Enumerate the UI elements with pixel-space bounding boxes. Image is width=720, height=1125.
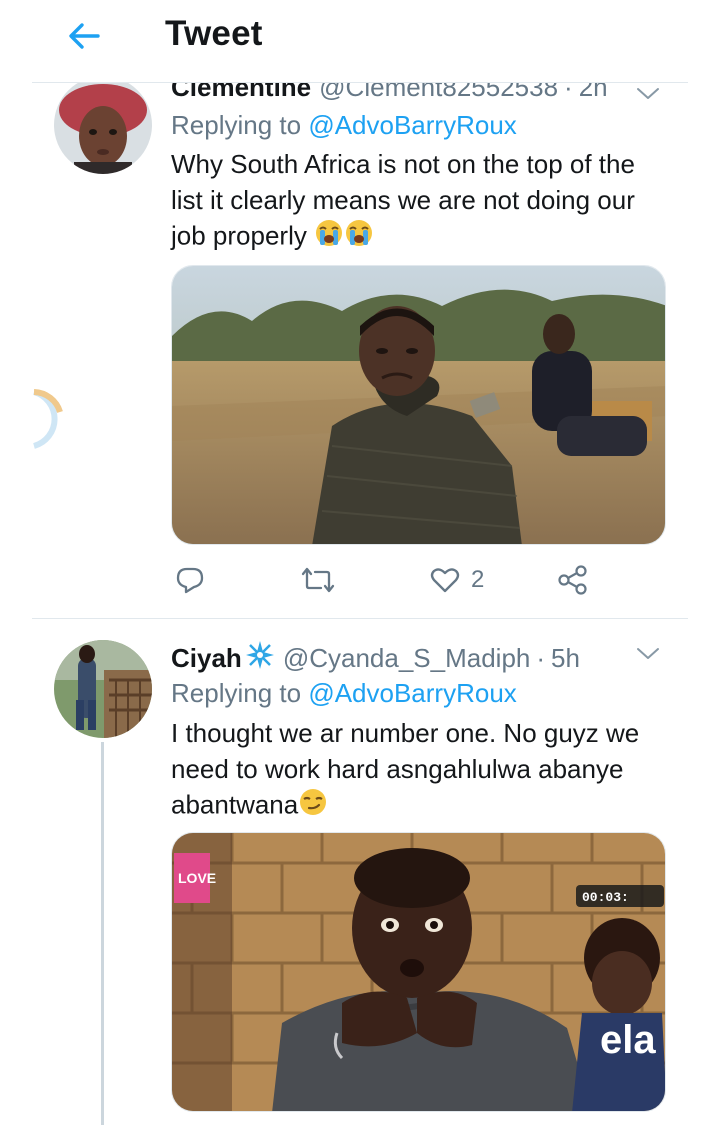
heart-icon [430, 568, 460, 593]
replying-prefix: Replying to [171, 110, 302, 140]
tweet-text: I thought we ar number one. No guyz we n… [171, 716, 671, 827]
tweet-image[interactable] [171, 265, 666, 545]
smirking-face-icon [298, 787, 328, 827]
page-title: Tweet [165, 14, 263, 53]
tweet-body: Why South Africa is not on the top of th… [171, 149, 635, 251]
tweet-card[interactable]: Ciyah @Cyanda_S_Madiph · 5h Replying to … [0, 620, 720, 1125]
tweet-actions: 2 [171, 560, 601, 600]
tweet-text: Why South Africa is not on the top of th… [171, 147, 671, 258]
tweet-image[interactable]: LOVE 00:03: ela [171, 832, 666, 1112]
reply-icon [176, 567, 204, 594]
dot-separator: · [536, 643, 546, 673]
user-handle: @Cyanda_S_Madiph [282, 643, 531, 673]
retweet-button[interactable] [301, 560, 345, 600]
top-app-bar: Tweet [0, 0, 720, 82]
replying-to: Replying to @AdvoBarryRoux [171, 110, 517, 141]
tweet-divider [32, 618, 688, 619]
like-count: 2 [471, 566, 485, 593]
channel-brand-text: ela [600, 1018, 656, 1062]
header-divider [32, 82, 688, 83]
back-arrow-icon[interactable] [62, 14, 106, 58]
mention-link[interactable]: @AdvoBarryRoux [308, 678, 516, 708]
avatar[interactable] [54, 640, 152, 738]
tweet-body: I thought we ar number one. No guyz we n… [171, 718, 640, 820]
reply-button[interactable] [174, 560, 216, 600]
mention-link[interactable]: @AdvoBarryRoux [308, 110, 516, 140]
loudly-crying-face-icon [344, 218, 374, 258]
share-button[interactable] [556, 560, 590, 600]
chevron-down-icon[interactable] [632, 638, 664, 670]
sparkle-icon [245, 640, 275, 677]
tweet-header: Ciyah @Cyanda_S_Madiph · 5h [171, 640, 660, 677]
channel-logo-text: LOVE [178, 870, 216, 886]
share-icon [558, 565, 587, 595]
display-name[interactable]: Ciyah [171, 643, 242, 674]
timestamp: 5h [551, 643, 580, 673]
avatar[interactable] [54, 76, 152, 174]
tweet-card[interactable]: Clementine @Clement82552538 · 2h Replyin… [0, 0, 720, 620]
loudly-crying-face-icon [314, 218, 344, 258]
thread-line [101, 742, 104, 1125]
replying-to: Replying to @AdvoBarryRoux [171, 678, 517, 709]
video-timer: 00:03: [582, 890, 629, 905]
replying-prefix: Replying to [171, 678, 302, 708]
retweet-icon [301, 567, 335, 593]
like-button[interactable]: 2 [429, 560, 484, 600]
